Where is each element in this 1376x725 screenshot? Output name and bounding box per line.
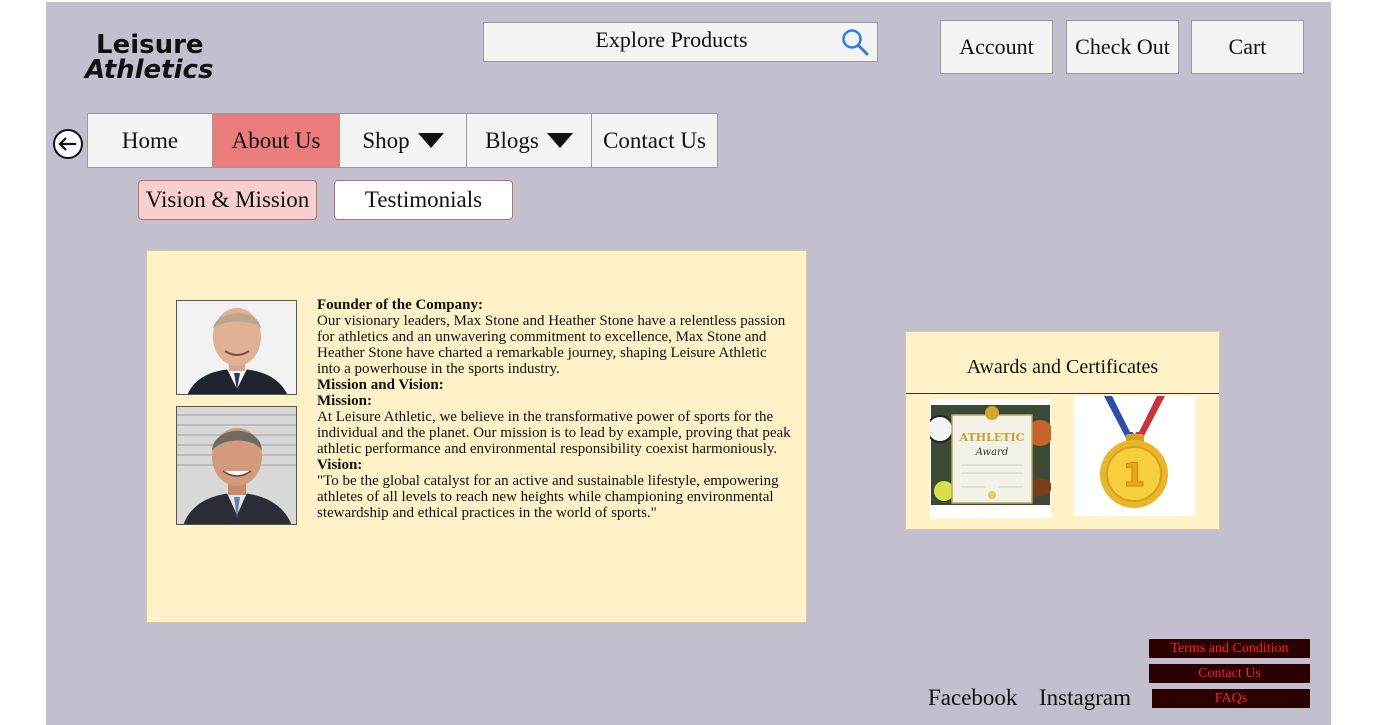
instagram-link[interactable]: Instagram — [1039, 685, 1131, 711]
search-placeholder: Explore Products — [595, 27, 748, 52]
search-icon[interactable] — [841, 28, 869, 56]
dropdown-arrow-icon — [417, 133, 444, 148]
gold-medal-image: 1 — [1074, 396, 1195, 516]
footer-contact-link[interactable]: Contact Us — [1149, 664, 1310, 683]
faqs-link-label: FAQs — [1214, 690, 1248, 706]
certificate-subtitle: Award — [975, 447, 1008, 458]
founder-text: Our visionary leaders, Max Stone and Hea… — [317, 313, 786, 377]
terms-link-label: Terms and Condition — [1170, 640, 1289, 656]
nav-blogs[interactable]: Blogs — [467, 114, 592, 167]
checkout-button[interactable]: Check Out — [1066, 20, 1179, 74]
nav-contact-label: Contact Us — [603, 127, 706, 153]
main-nav: Home About Us Shop Blogs Contact Us — [87, 113, 718, 168]
tab-testimonials[interactable]: Testimonials — [334, 180, 513, 220]
about-content: Founder of the Company: Our visionary le… — [317, 297, 792, 521]
mission-text: At Leisure Athletic, we believe in the t… — [317, 409, 791, 457]
founder-heading: Founder of the Company: — [317, 297, 483, 313]
brand-logo[interactable]: Leisure Athletics — [85, 32, 214, 85]
mission-vision-heading: Mission and Vision: — [317, 377, 444, 393]
dropdown-arrow-icon — [546, 133, 573, 148]
account-button[interactable]: Account — [940, 20, 1053, 74]
certificate-title: ATHLETIC — [959, 431, 1025, 444]
back-arrow-icon[interactable] — [52, 128, 84, 160]
mission-heading: Mission: — [317, 393, 373, 409]
nav-about-us[interactable]: About Us — [213, 114, 340, 167]
vision-heading: Vision: — [317, 457, 363, 473]
cart-button[interactable]: Cart — [1191, 20, 1304, 74]
cart-button-label: Cart — [1228, 34, 1267, 59]
checkout-button-label: Check Out — [1075, 34, 1170, 59]
awards-panel: Awards and Certificates ATHLETIC Award 1 — [905, 331, 1220, 530]
footer-contact-label: Contact Us — [1198, 665, 1261, 681]
facebook-link[interactable]: Facebook — [928, 685, 1017, 711]
search-bar[interactable]: Explore Products — [483, 22, 878, 62]
nav-shop[interactable]: Shop — [340, 114, 467, 167]
nav-about-label: About Us — [231, 127, 321, 153]
tab-testimonials-label: Testimonials — [364, 187, 483, 212]
medal-number: 1 — [1123, 456, 1145, 494]
account-button-label: Account — [959, 34, 1034, 59]
vision-text: "To be the global catalyst for an active… — [317, 473, 779, 521]
about-panel: Founder of the Company: Our visionary le… — [146, 250, 807, 623]
tab-vision-label: Vision & Mission — [145, 187, 310, 212]
athletic-award-certificate: ATHLETIC Award — [930, 399, 1051, 518]
nav-shop-label: Shop — [362, 127, 410, 153]
awards-title: Awards and Certificates — [966, 356, 1159, 378]
terms-link[interactable]: Terms and Condition — [1149, 639, 1310, 658]
nav-blogs-label: Blogs — [485, 127, 539, 153]
founder-photo-max — [176, 300, 297, 395]
tab-vision-mission[interactable]: Vision & Mission — [138, 180, 317, 220]
nav-home-label: Home — [121, 127, 179, 153]
nav-home[interactable]: Home — [88, 114, 213, 167]
nav-contact-us[interactable]: Contact Us — [592, 114, 717, 167]
awards-divider — [906, 393, 1219, 394]
faqs-link[interactable]: FAQs — [1152, 689, 1310, 708]
founder-photo-heather — [176, 406, 297, 525]
brand-line-2: Athletics — [85, 55, 214, 85]
